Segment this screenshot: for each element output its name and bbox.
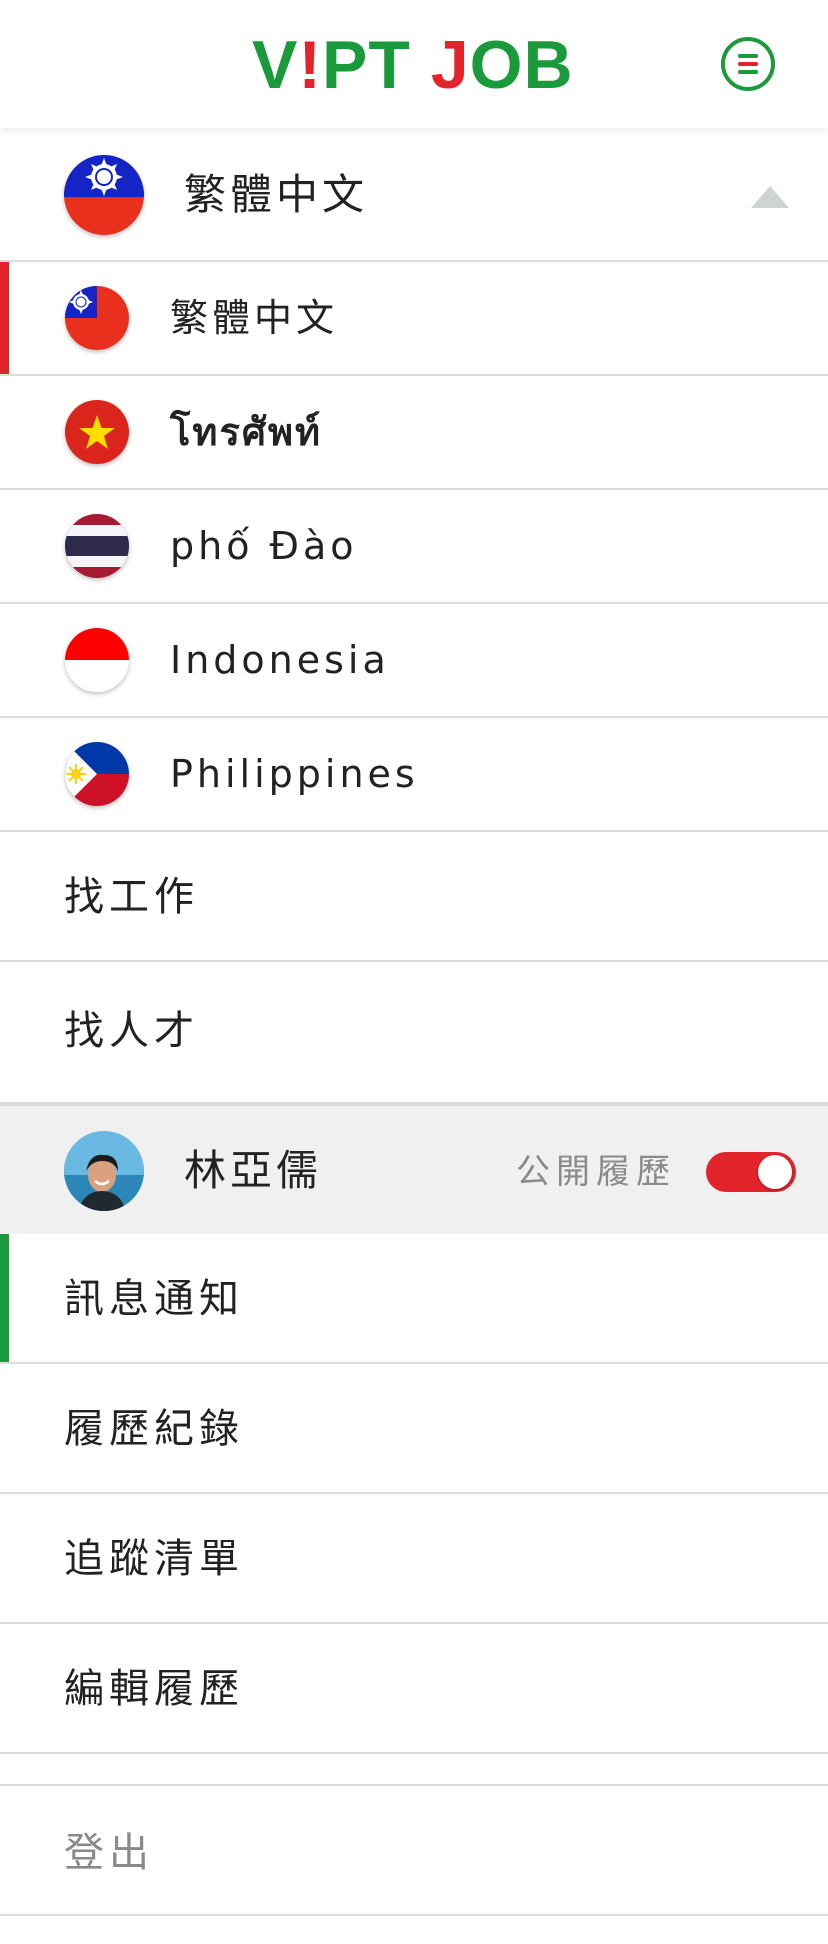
language-selector[interactable]: 繁體中文 — [0, 128, 828, 262]
menu-resume-records[interactable]: 履歷紀錄 — [0, 1364, 828, 1494]
toggle-knob — [758, 1155, 792, 1189]
language-option-label: phố Đào — [170, 524, 358, 568]
language-option-vi[interactable]: phố Đào — [0, 490, 828, 604]
menu-notifications[interactable]: 訊息通知 — [0, 1234, 828, 1364]
public-resume-label: 公開履歷 — [516, 1152, 676, 1192]
menu-logout[interactable]: 登出 — [0, 1786, 828, 1916]
language-option-zh-tw[interactable]: 繁體中文 — [0, 262, 828, 376]
nav-find-talent[interactable]: 找人才 — [0, 962, 828, 1104]
menu-tracking-list[interactable]: 追蹤清單 — [0, 1494, 828, 1624]
menu-notifications-label: 訊息通知 — [64, 1276, 244, 1322]
avatar[interactable] — [64, 1131, 144, 1211]
menu-logout-label: 登出 — [64, 1830, 154, 1876]
hamburger-circle-icon[interactable] — [721, 37, 775, 91]
menu-resume-records-label: 履歷紀錄 — [64, 1406, 244, 1452]
menu-edit-resume[interactable]: 編輯履歷 — [0, 1624, 828, 1754]
vipt-job-logo[interactable]: V!PT JOB — [252, 30, 574, 100]
caret-up-icon[interactable] — [751, 186, 789, 208]
current-language-label: 繁體中文 — [184, 170, 369, 219]
nav-find-job[interactable]: 找工作 — [0, 832, 828, 962]
taiwan-flag-icon — [64, 155, 144, 235]
language-option-ph[interactable]: Philippines — [0, 718, 828, 832]
user-name: 林亞儒 — [184, 1146, 323, 1195]
language-option-label: Indonesia — [170, 638, 390, 682]
menu-tracking-list-label: 追蹤清單 — [64, 1536, 244, 1582]
user-profile-row: 林亞儒 公開履歷 — [0, 1104, 828, 1234]
philippines-flag-icon — [65, 742, 129, 806]
menu-edit-resume-label: 編輯履歷 — [64, 1666, 244, 1712]
taiwan-flag-icon — [65, 286, 129, 350]
vietnam-flag-icon — [65, 400, 129, 464]
nav-find-talent-label: 找人才 — [64, 1008, 199, 1054]
language-option-id[interactable]: Indonesia — [0, 604, 828, 718]
thailand-flag-icon — [65, 514, 129, 578]
language-option-th[interactable]: โทรศัพท์ — [0, 376, 828, 490]
language-option-label: Philippines — [170, 752, 419, 796]
public-resume-toggle[interactable] — [706, 1152, 796, 1192]
language-option-label: 繁體中文 — [170, 296, 339, 340]
nav-find-job-label: 找工作 — [64, 874, 199, 920]
app-header: V!PT JOB — [0, 0, 828, 128]
indonesia-flag-icon — [65, 628, 129, 692]
language-option-label: โทรศัพท์ — [170, 410, 323, 454]
